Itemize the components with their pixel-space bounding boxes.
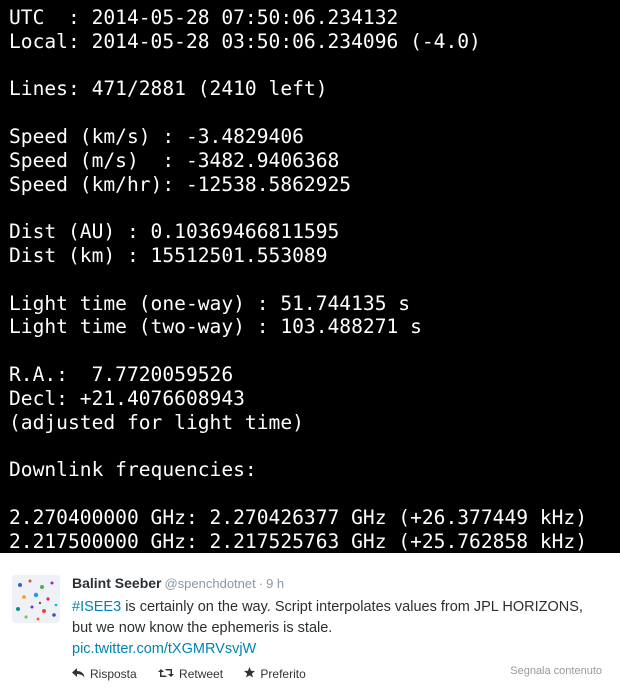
terminal-line: Local: 2014-05-28 03:50:06.234096 (-4.0): [9, 29, 481, 53]
terminal-line: Dist (km) : 15512501.553089: [9, 243, 328, 267]
reply-label: Risposta: [90, 667, 137, 681]
terminal-line: UTC : 2014-05-28 07:50:06.234132: [9, 6, 399, 29]
terminal-line: Decl: +21.4076608943: [9, 386, 245, 410]
favorite-label: Preferito: [260, 667, 306, 681]
avatar[interactable]: [12, 575, 60, 623]
terminal-line: Light time (one-way) : 51.744135 s: [9, 291, 411, 315]
retweet-label: Retweet: [179, 667, 224, 681]
pic-link[interactable]: pic.twitter.com/tXGMRVsvjW: [72, 639, 256, 660]
tweet-body: is certainly on the way. Script interpol…: [72, 599, 583, 636]
terminal-line: Speed (km/s) : -3.4829406: [9, 124, 304, 148]
retweet-button[interactable]: Retweet: [158, 667, 223, 681]
favorite-button[interactable]: Preferito: [244, 667, 306, 681]
terminal-line: Light time (two-way) : 103.488271 s: [9, 315, 422, 339]
terminal-line: Speed (km/hr): -12538.5862925: [9, 172, 352, 196]
terminal-line: Lines: 471/2881 (2410 left): [9, 77, 328, 101]
reply-button[interactable]: Risposta: [72, 667, 137, 681]
tweet: Balint Seeber @spenchdotnet · 9 h #ISEE3 is…: [0, 553, 620, 692]
tweet-text: #ISEE3 is certainly on the way. Script i…: [72, 597, 592, 660]
terminal-line: Downlink frequencies:: [9, 458, 257, 482]
terminal-line: (adjusted for light time): [9, 410, 304, 434]
tweet-actions: Risposta Retweet Preferito: [72, 667, 324, 681]
terminal-output: UTC : 2014-05-28 07:50:06.234132 Local: 2…: [0, 0, 620, 553]
tweet-timestamp[interactable]: 9 h: [266, 576, 284, 591]
tweet-header: Balint Seeber @spenchdotnet · 9 h: [72, 575, 284, 593]
header-separator: ·: [258, 576, 264, 591]
terminal-line: 2.270400000 GHz: 2.270426377 GHz (+26.37…: [9, 505, 588, 529]
terminal-line: R.A.: 7.7720059526: [9, 362, 234, 386]
tweet-author-name[interactable]: Balint Seeber: [72, 575, 161, 591]
star-icon: [244, 667, 260, 681]
terminal-line: Speed (m/s) : -3482.9406368: [9, 148, 340, 172]
hashtag-link[interactable]: #ISEE3: [72, 599, 121, 615]
retweet-icon: [158, 667, 179, 681]
terminal-line: Dist (AU) : 0.10369466811595: [9, 220, 340, 244]
report-content-link[interactable]: Segnala contenuto: [510, 665, 602, 677]
tweet-author-username[interactable]: @spenchdotnet: [164, 576, 255, 591]
reply-icon: [72, 667, 90, 681]
terminal-line: 2.217500000 GHz: 2.217525763 GHz (+25.76…: [9, 529, 588, 553]
